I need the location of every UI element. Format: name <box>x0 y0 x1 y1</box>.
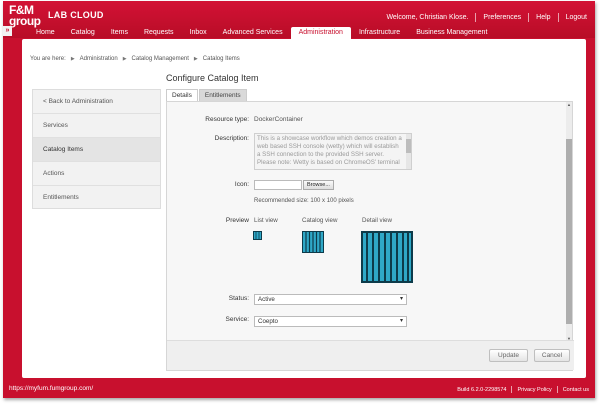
status-select[interactable]: Active ▾ <box>254 294 407 305</box>
divider <box>557 13 559 22</box>
sidebar-item-actions[interactable]: Actions <box>33 162 160 186</box>
build-version: Build 6.2.0-2298574 <box>457 386 507 393</box>
footer: https://myfum.fumgroup.com/ Build 6.2.0-… <box>3 382 595 398</box>
scroll-up-icon[interactable]: ▲ <box>566 102 572 108</box>
icon-label: Icon: <box>234 181 249 188</box>
header: F&M group LAB CLOUD Welcome, Christian K… <box>3 1 595 39</box>
service-selected-value: Coepto <box>258 318 278 325</box>
service-label: Service: <box>225 316 249 323</box>
breadcrumb-prefix: You are here: <box>30 56 66 62</box>
description-line: a SSH connection to the provided SSH ser… <box>257 151 384 158</box>
panel-scrollbar-thumb[interactable] <box>566 139 572 324</box>
nav-items[interactable]: Items <box>103 27 136 39</box>
nav-requests[interactable]: Requests <box>136 27 182 39</box>
status-label: Status: <box>228 295 249 302</box>
preview-label: Preview <box>225 217 249 224</box>
preview-catalog-view-label: Catalog view <box>302 217 338 224</box>
welcome-text: Welcome, Christian Klose. <box>386 14 469 21</box>
nav-advanced-services[interactable]: Advanced Services <box>215 27 291 39</box>
description-line: This is a showcase workflow which demos … <box>257 135 402 142</box>
chevron-down-icon: ▾ <box>399 318 403 324</box>
details-panel: ▲ ▼ Resource type: DockerContainer Descr… <box>166 101 574 371</box>
logout-link[interactable]: Logout <box>566 14 587 21</box>
icon-size-hint: Recommended size: 100 x 100 pixels <box>254 198 354 204</box>
sidebar-item-catalog-items[interactable]: Catalog Items <box>33 138 160 162</box>
cancel-button[interactable]: Cancel <box>534 349 570 362</box>
breadcrumb-administration[interactable]: Administration <box>80 56 118 62</box>
nav-home[interactable]: Home <box>28 27 63 39</box>
sidebar: < Back to Administration Services Catalo… <box>32 89 161 209</box>
breadcrumb-arrow-icon: ▶ <box>193 56 198 62</box>
description-textarea[interactable]: This is a showcase workflow which demos … <box>254 133 412 170</box>
service-select[interactable]: Coepto ▾ <box>254 316 407 327</box>
preview-list-view-label: List view <box>254 217 278 224</box>
action-bar: Update Cancel <box>167 340 574 370</box>
breadcrumb-catalog-management[interactable]: Catalog Management <box>132 56 189 62</box>
tab-entitlements[interactable]: Entitlements <box>198 89 247 101</box>
preview-detail-view-label: Detail view <box>362 217 392 224</box>
breadcrumb-catalog-items[interactable]: Catalog Items <box>203 56 240 62</box>
status-selected-value: Active <box>258 296 275 303</box>
tab-bar: Details Entitlements <box>166 89 248 101</box>
resource-type-label: Resource type: <box>205 116 249 123</box>
expand-panel-icon[interactable]: » <box>3 26 12 36</box>
divider <box>511 386 513 393</box>
sidebar-item-back[interactable]: < Back to Administration <box>33 90 160 114</box>
chevron-down-icon: ▾ <box>399 296 403 302</box>
contact-us-link[interactable]: Contact us <box>563 387 589 393</box>
breadcrumb-arrow-icon: ▶ <box>122 56 127 62</box>
divider <box>475 13 477 22</box>
page-title: Configure Catalog Item <box>166 73 259 83</box>
resource-type-value: DockerContainer <box>254 116 303 123</box>
browse-button[interactable]: Browse... <box>303 180 334 190</box>
footer-links: Build 6.2.0-2298574 Privacy Policy Conta… <box>457 386 589 393</box>
breadcrumb-arrow-icon: ▶ <box>70 56 75 62</box>
description-label: Description: <box>214 135 249 142</box>
main-nav: Home Catalog Items Requests Inbox Advanc… <box>28 27 495 39</box>
logo-bottom-text: group <box>9 14 41 28</box>
breadcrumb: You are here: ▶ Administration ▶ Catalog… <box>30 56 240 62</box>
container-detail-icon <box>361 231 413 283</box>
description-line: Please note: Wetty is based on ChromeOS'… <box>257 159 400 166</box>
description-line: web based SSH console (wetty) which will… <box>257 143 399 150</box>
app-frame: F&M group LAB CLOUD Welcome, Christian K… <box>3 1 595 398</box>
nav-catalog[interactable]: Catalog <box>63 27 103 39</box>
footer-url[interactable]: https://myfum.fumgroup.com/ <box>9 385 93 392</box>
container-list-icon <box>253 231 262 240</box>
privacy-policy-link[interactable]: Privacy Policy <box>517 387 551 393</box>
icon-file-input[interactable] <box>254 180 302 190</box>
sidebar-item-entitlements[interactable]: Entitlements <box>33 186 160 210</box>
nav-administration[interactable]: Administration <box>290 27 351 39</box>
help-link[interactable]: Help <box>536 14 550 21</box>
update-button[interactable]: Update <box>489 349 528 362</box>
nav-inbox[interactable]: Inbox <box>182 27 215 39</box>
sidebar-item-services[interactable]: Services <box>33 114 160 138</box>
nav-infrastructure[interactable]: Infrastructure <box>351 27 408 39</box>
preferences-link[interactable]: Preferences <box>483 14 521 21</box>
app-title: LAB CLOUD <box>48 10 104 20</box>
description-scrollbar-thumb[interactable] <box>406 139 411 153</box>
main-content: You are here: ▶ Administration ▶ Catalog… <box>22 39 586 378</box>
divider <box>556 386 558 393</box>
divider <box>528 13 530 22</box>
nav-business-management[interactable]: Business Management <box>408 27 495 39</box>
container-catalog-icon <box>302 231 324 253</box>
tab-details[interactable]: Details <box>166 89 198 101</box>
top-links: Welcome, Christian Klose. Preferences He… <box>386 13 587 22</box>
